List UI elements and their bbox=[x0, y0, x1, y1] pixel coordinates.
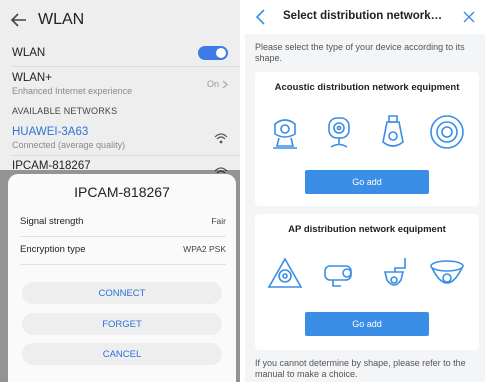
page-title: WLAN bbox=[38, 11, 85, 28]
wlan-plus-title: WLAN+ bbox=[12, 72, 52, 84]
close-icon[interactable] bbox=[463, 11, 475, 23]
dome-camera-icon bbox=[430, 260, 464, 284]
dialog-title: IPCAM-818267 bbox=[74, 184, 170, 200]
encryption-row: Encryption type WPA2 PSK bbox=[20, 240, 226, 258]
network-name: HUAWEI-3A63 bbox=[12, 126, 89, 138]
distribution-header: Select distribution network t... bbox=[245, 0, 485, 34]
wlan-toggle-row[interactable]: WLAN bbox=[0, 40, 240, 66]
network-item-huawei[interactable]: HUAWEI-3A63 Connected (average quality) bbox=[0, 121, 240, 155]
card-title: Acoustic distribution network equipment bbox=[274, 82, 460, 93]
acoustic-card: Acoustic distribution network equipment bbox=[255, 72, 479, 206]
bullet-camera-icon bbox=[324, 265, 352, 287]
connect-button[interactable]: CONNECT bbox=[22, 282, 222, 304]
bulb-camera-icon bbox=[382, 115, 404, 147]
go-add-ap-button[interactable]: Go add bbox=[305, 312, 429, 336]
signal-strength-label: Signal strength bbox=[20, 215, 84, 227]
cancel-button[interactable]: CANCEL bbox=[22, 343, 222, 365]
wlan-header: WLAN bbox=[0, 0, 240, 40]
go-add-acoustic-button[interactable]: Go add bbox=[305, 170, 429, 194]
card-title: AP distribution network equipment bbox=[288, 224, 446, 235]
signal-strength-row: Signal strength Fair bbox=[20, 212, 226, 230]
round-camera-icon bbox=[430, 115, 464, 149]
wlan-plus-row[interactable]: WLAN+ Enhanced Internet experience On bbox=[0, 68, 240, 100]
footer-hint: If you cannot determine by shape, please… bbox=[255, 358, 466, 379]
section-header: AVAILABLE NETWORKS bbox=[12, 106, 118, 116]
signal-strength-value: Fair bbox=[211, 216, 226, 226]
chevron-right-icon bbox=[222, 80, 228, 88]
divider bbox=[12, 66, 240, 67]
encryption-label: Encryption type bbox=[20, 243, 86, 255]
cube-camera-icon bbox=[328, 117, 350, 148]
wifi-locked-icon bbox=[214, 133, 228, 144]
forget-button[interactable]: FORGET bbox=[22, 313, 222, 335]
network-status: Connected (average quality) bbox=[12, 140, 126, 150]
available-networks-header: AVAILABLE NETWORKS bbox=[0, 102, 240, 120]
back-arrow-icon[interactable] bbox=[10, 11, 28, 29]
wlan-screen: WLAN WLAN WLAN+ Enhanced Internet experi… bbox=[0, 0, 240, 382]
ap-card: AP distribution network equipment Go add bbox=[255, 214, 479, 350]
wlan-plus-status: On bbox=[207, 79, 228, 89]
network-text: HUAWEI-3A63 Connected (average quality) bbox=[12, 126, 125, 150]
divider bbox=[12, 155, 240, 156]
divider bbox=[20, 236, 226, 237]
back-chevron-icon[interactable] bbox=[255, 9, 267, 25]
fisheye-camera-icon bbox=[267, 257, 303, 288]
encryption-value: WPA2 PSK bbox=[183, 244, 226, 254]
wlan-plus-status-text: On bbox=[206, 79, 219, 89]
pan-tilt-camera-icon bbox=[273, 119, 297, 149]
speed-dome-camera-icon bbox=[383, 258, 406, 286]
page-title: Select distribution network t... bbox=[283, 10, 443, 22]
intro-text: Please select the type of your device ac… bbox=[255, 42, 465, 63]
divider bbox=[20, 264, 226, 265]
wlan-toggle-label: WLAN bbox=[12, 47, 46, 59]
wlan-plus-text: WLAN+ Enhanced Internet experience bbox=[12, 72, 132, 96]
wlan-plus-subtitle: Enhanced Internet experience bbox=[12, 86, 133, 96]
distribution-screen: Select distribution network t... Please … bbox=[245, 0, 485, 382]
network-dialog: IPCAM-818267 Signal strength Fair Encryp… bbox=[8, 174, 236, 382]
wlan-toggle-switch[interactable] bbox=[198, 46, 228, 60]
